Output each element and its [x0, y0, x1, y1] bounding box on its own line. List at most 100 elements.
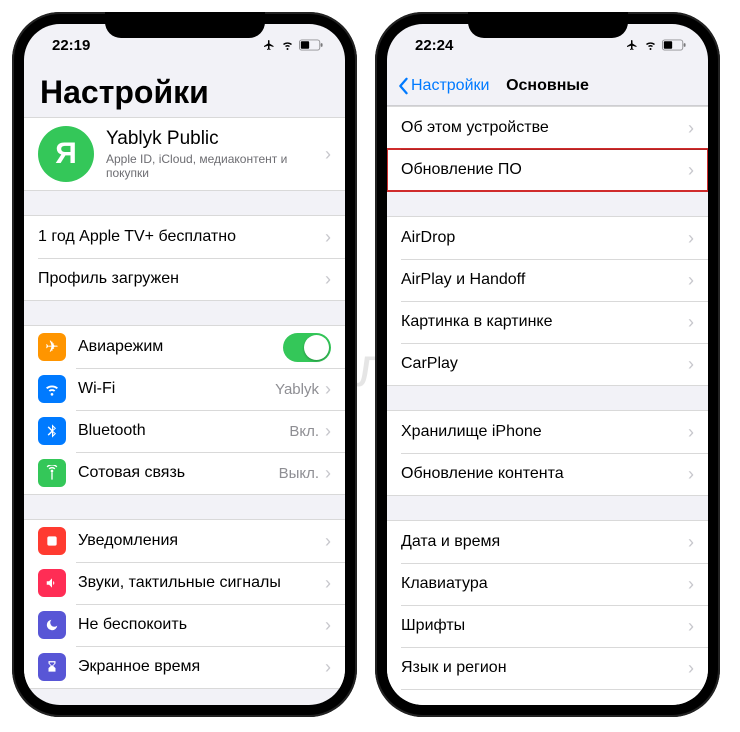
- profile-loaded-row[interactable]: Профиль загружен ›: [24, 258, 345, 300]
- antenna-icon: [38, 459, 66, 487]
- language-row[interactable]: Язык и регион›: [387, 647, 708, 689]
- nav-bar: Настройки Основные: [387, 66, 708, 106]
- wifi-icon: [280, 39, 295, 51]
- settings-content[interactable]: Настройки Я Yablyk Public Apple ID, iClo…: [24, 66, 345, 705]
- battery-icon: [299, 39, 323, 51]
- carplay-row[interactable]: CarPlay›: [387, 343, 708, 385]
- row-label: Картинка в картинке: [401, 313, 688, 331]
- notifications-row[interactable]: Уведомления ›: [24, 520, 345, 562]
- airplane-icon: [262, 39, 276, 51]
- chevron-right-icon: ›: [688, 701, 694, 705]
- sounds-row[interactable]: Звуки, тактильные сигналы ›: [24, 562, 345, 604]
- row-label: Хранилище iPhone: [401, 423, 688, 441]
- status-time: 22:24: [415, 37, 453, 54]
- storage-row[interactable]: Хранилище iPhone›: [387, 411, 708, 453]
- chevron-right-icon: ›: [688, 423, 694, 441]
- airplane-icon: [625, 39, 639, 51]
- row-label: Профиль загружен: [38, 270, 325, 288]
- chevron-right-icon: ›: [325, 270, 331, 288]
- pip-row[interactable]: Картинка в картинке›: [387, 301, 708, 343]
- chevron-right-icon: ›: [325, 658, 331, 676]
- chevron-right-icon: ›: [688, 271, 694, 289]
- row-detail: Вкл.: [289, 423, 319, 440]
- row-label: Экранное время: [78, 658, 325, 676]
- moon-icon: [38, 611, 66, 639]
- row-label: Обновление контента: [401, 465, 688, 483]
- airplane-icon: ✈︎: [38, 333, 66, 361]
- cellular-row[interactable]: Сотовая связь Выкл. ›: [24, 452, 345, 494]
- row-label: Wi-Fi: [78, 380, 275, 398]
- phone-left: 22:19 Настройки Я Yablyk Public Apple ID…: [12, 12, 357, 717]
- status-icons: [625, 39, 686, 51]
- avatar: Я: [38, 126, 94, 182]
- row-label: Обновление ПО: [401, 161, 688, 179]
- chevron-right-icon: ›: [325, 532, 331, 550]
- back-button[interactable]: Настройки: [397, 77, 489, 95]
- keyboard-row[interactable]: Клавиатура›: [387, 563, 708, 605]
- bluetooth-row[interactable]: Bluetooth Вкл. ›: [24, 410, 345, 452]
- row-label: AirDrop: [401, 229, 688, 247]
- battery-icon: [662, 39, 686, 51]
- airplane-toggle[interactable]: [283, 333, 331, 362]
- dictionary-row[interactable]: Словарь›: [387, 689, 708, 705]
- chevron-right-icon: ›: [688, 119, 694, 137]
- row-label: Клавиатура: [401, 575, 688, 593]
- chevron-right-icon: ›: [688, 659, 694, 677]
- row-detail: Yablyk: [275, 381, 319, 398]
- row-label: Не беспокоить: [78, 616, 325, 634]
- chevron-right-icon: ›: [688, 533, 694, 551]
- row-label: AirPlay и Handoff: [401, 271, 688, 289]
- chevron-right-icon: ›: [688, 575, 694, 593]
- row-label: Звуки, тактильные сигналы: [78, 574, 325, 592]
- dnd-row[interactable]: Не беспокоить ›: [24, 604, 345, 646]
- chevron-right-icon: ›: [325, 422, 331, 440]
- chevron-right-icon: ›: [325, 228, 331, 246]
- chevron-right-icon: ›: [325, 464, 331, 482]
- general-content[interactable]: Об этом устройстве › Обновление ПО › Air…: [387, 106, 708, 705]
- page-title: Настройки: [24, 66, 345, 117]
- chevron-right-icon: ›: [325, 380, 331, 398]
- chevron-left-icon: [397, 77, 409, 95]
- wifi-row[interactable]: Wi-Fi Yablyk ›: [24, 368, 345, 410]
- chevron-right-icon: ›: [688, 229, 694, 247]
- back-label: Настройки: [411, 77, 489, 95]
- fonts-row[interactable]: Шрифты›: [387, 605, 708, 647]
- chevron-right-icon: ›: [688, 617, 694, 635]
- row-label: CarPlay: [401, 355, 688, 373]
- software-update-row[interactable]: Обновление ПО ›: [387, 149, 708, 191]
- row-label: Словарь: [401, 701, 688, 705]
- chevron-right-icon: ›: [325, 145, 331, 163]
- chevron-right-icon: ›: [325, 616, 331, 634]
- airplay-row[interactable]: AirPlay и Handoff›: [387, 259, 708, 301]
- airplane-mode-row[interactable]: ✈︎ Авиарежим: [24, 326, 345, 368]
- apple-id-row[interactable]: Я Yablyk Public Apple ID, iCloud, медиак…: [24, 118, 345, 190]
- hourglass-icon: [38, 653, 66, 681]
- row-label: Bluetooth: [78, 422, 289, 440]
- screentime-row[interactable]: Экранное время ›: [24, 646, 345, 688]
- chevron-right-icon: ›: [688, 161, 694, 179]
- row-label: 1 год Apple TV+ бесплатно: [38, 228, 325, 246]
- chevron-right-icon: ›: [688, 355, 694, 373]
- about-row[interactable]: Об этом устройстве ›: [387, 107, 708, 149]
- row-label: Сотовая связь: [78, 464, 279, 482]
- datetime-row[interactable]: Дата и время›: [387, 521, 708, 563]
- airdrop-row[interactable]: AirDrop›: [387, 217, 708, 259]
- sounds-icon: [38, 569, 66, 597]
- row-label: Дата и время: [401, 533, 688, 551]
- profile-sub: Apple ID, iCloud, медиаконтент и покупки: [106, 152, 325, 180]
- screen-right: 22:24 Настройки Основные Об этом устройс…: [387, 24, 708, 705]
- row-label: Язык и регион: [401, 659, 688, 677]
- row-label: Авиарежим: [78, 338, 283, 356]
- profile-name: Yablyk Public: [106, 128, 325, 150]
- status-icons: [262, 39, 323, 51]
- background-refresh-row[interactable]: Обновление контента›: [387, 453, 708, 495]
- appletv-offer-row[interactable]: 1 год Apple TV+ бесплатно ›: [24, 216, 345, 258]
- notch: [468, 12, 628, 38]
- bluetooth-icon: [38, 417, 66, 445]
- row-label: Уведомления: [78, 532, 325, 550]
- row-detail: Выкл.: [279, 465, 319, 482]
- chevron-right-icon: ›: [325, 574, 331, 592]
- wifi-icon: [643, 39, 658, 51]
- nav-title: Основные: [506, 77, 589, 95]
- notifications-icon: [38, 527, 66, 555]
